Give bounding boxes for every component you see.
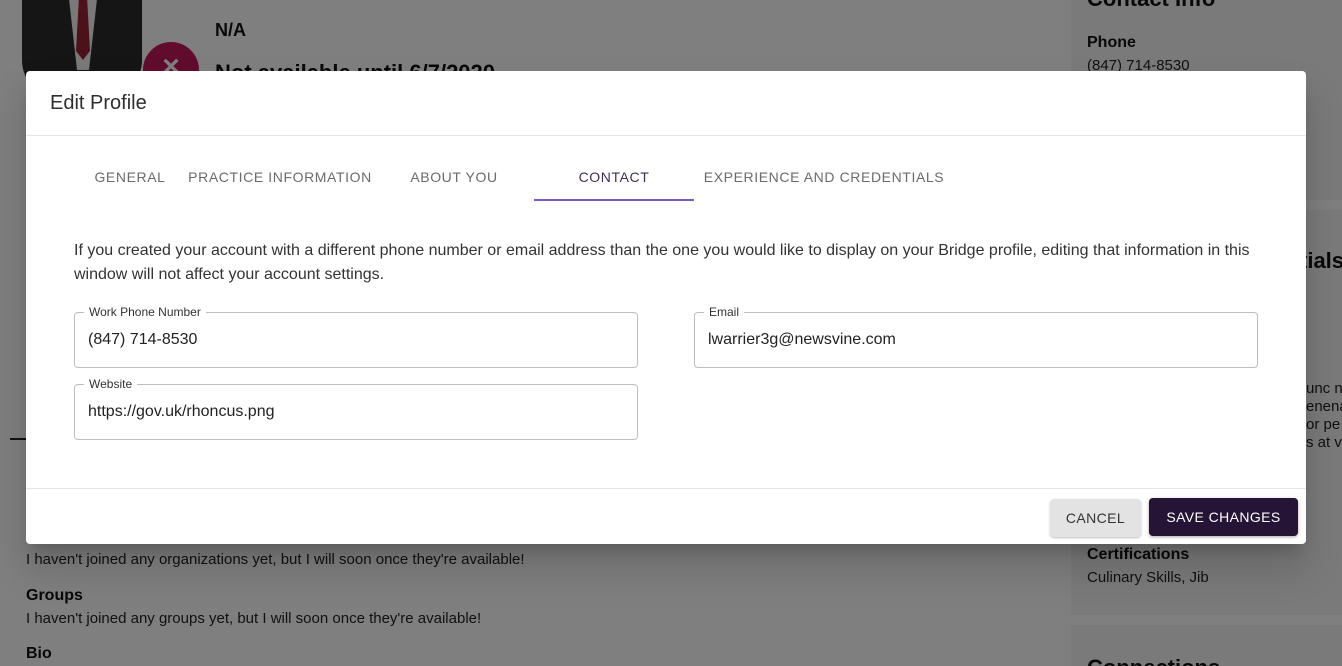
tab-general[interactable]: GENERAL bbox=[74, 153, 186, 201]
dialog-header: Edit Profile bbox=[26, 71, 1306, 136]
email-input[interactable] bbox=[708, 313, 1248, 367]
profile-tabs: GENERAL PRACTICE INFORMATION ABOUT YOU C… bbox=[74, 153, 954, 201]
dialog-footer: CANCEL SAVE CHANGES bbox=[26, 488, 1306, 544]
cancel-button[interactable]: CANCEL bbox=[1050, 499, 1141, 537]
website-field: Website bbox=[74, 377, 638, 440]
edit-profile-dialog: Edit Profile GENERAL PRACTICE INFORMATIO… bbox=[26, 71, 1306, 544]
contact-info-notice: If you created your account with a diffe… bbox=[74, 242, 1250, 283]
tab-contact[interactable]: CONTACT bbox=[534, 153, 694, 201]
website-input[interactable] bbox=[88, 385, 628, 439]
tab-about-you[interactable]: ABOUT YOU bbox=[374, 153, 534, 201]
tab-experience-and-credentials[interactable]: EXPERIENCE AND CREDENTIALS bbox=[694, 153, 954, 201]
save-changes-button[interactable]: SAVE CHANGES bbox=[1149, 498, 1298, 536]
tab-practice-information[interactable]: PRACTICE INFORMATION bbox=[186, 153, 374, 201]
work-phone-input[interactable] bbox=[88, 313, 628, 367]
email-field: Email bbox=[694, 305, 1258, 368]
dialog-title: Edit Profile bbox=[50, 92, 147, 114]
work-phone-field: Work Phone Number bbox=[74, 305, 638, 368]
